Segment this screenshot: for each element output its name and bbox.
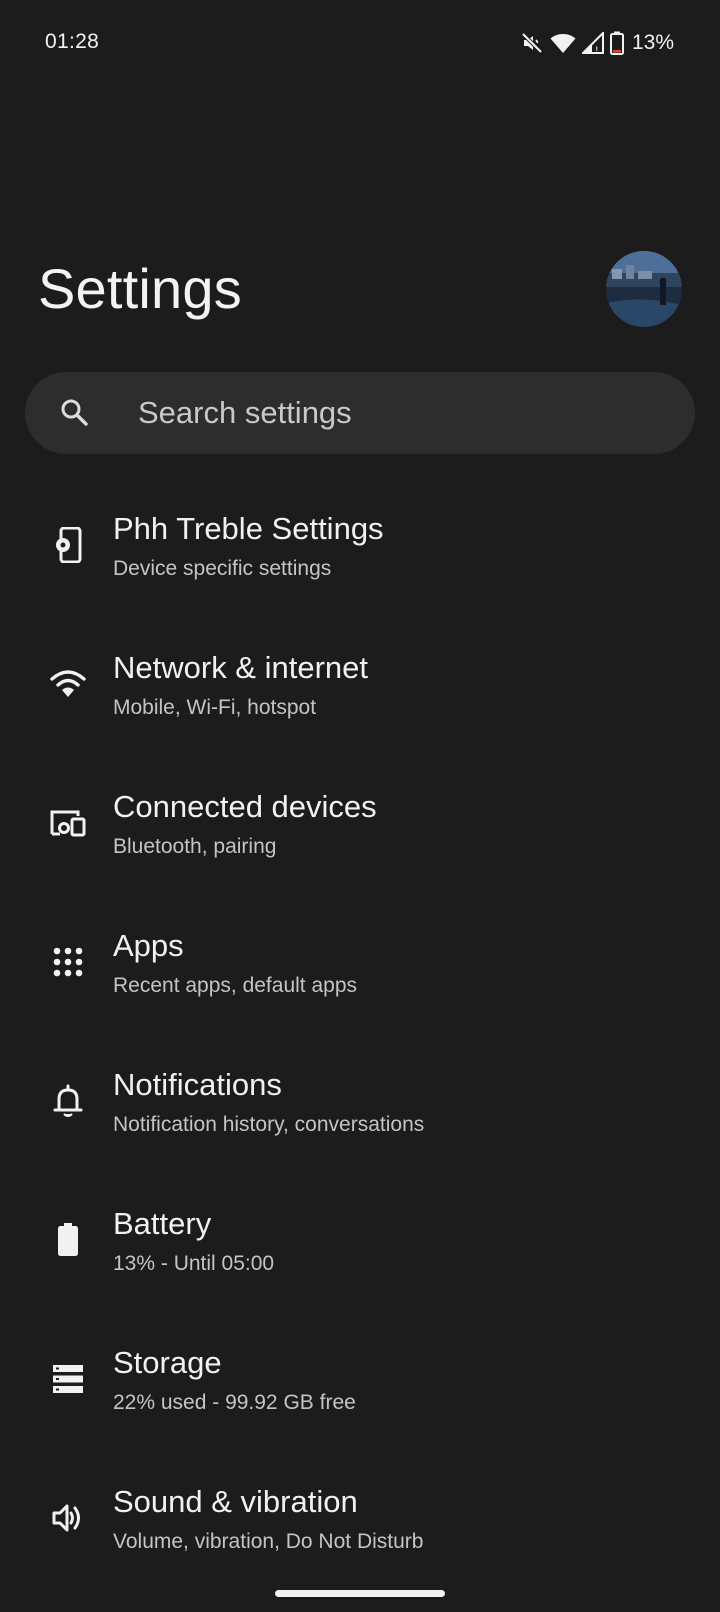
status-icons: ! 13%	[520, 30, 674, 56]
item-title: Network & internet	[113, 650, 368, 685]
page-title: Settings	[38, 257, 242, 320]
devices-icon	[50, 805, 86, 841]
item-summary: Mobile, Wi-Fi, hotspot	[113, 696, 317, 719]
settings-item-sound[interactable]: Sound & vibration Volume, vibration, Do …	[0, 1466, 720, 1605]
battery-percent: 13%	[631, 31, 674, 54]
settings-item-apps[interactable]: Apps Recent apps, default apps	[0, 910, 720, 1049]
settings-item-phh-treble[interactable]: Phh Treble Settings Device specific sett…	[0, 493, 720, 632]
item-title: Storage	[113, 1345, 222, 1380]
settings-item-battery[interactable]: Battery 13% - Until 05:00	[0, 1188, 720, 1327]
status-time: 01:28	[45, 30, 100, 53]
item-title: Apps	[113, 928, 184, 963]
search-input[interactable]	[138, 372, 658, 454]
item-title: Connected devices	[113, 789, 377, 824]
settings-item-storage[interactable]: Storage 22% used - 99.92 GB free	[0, 1327, 720, 1466]
item-summary: Recent apps, default apps	[113, 974, 358, 997]
item-summary: Volume, vibration, Do Not Disturb	[113, 1530, 424, 1553]
item-title: Phh Treble Settings	[113, 511, 384, 546]
battery-icon	[50, 1222, 86, 1258]
mute-icon	[520, 31, 544, 55]
cell-signal-icon: !	[581, 32, 604, 54]
item-title: Battery	[113, 1206, 212, 1241]
item-title: Sound & vibration	[113, 1484, 358, 1519]
svg-text:!: !	[595, 46, 599, 54]
device-settings-icon	[50, 527, 86, 563]
item-summary: Notification history, conversations	[113, 1113, 425, 1136]
apps-grid-icon	[50, 944, 86, 980]
bell-icon	[50, 1083, 86, 1119]
wifi-icon	[550, 32, 576, 54]
status-bar: 01:28 ! 13%	[0, 0, 720, 86]
storage-icon	[50, 1361, 86, 1397]
avatar-photo-icon	[606, 251, 682, 327]
settings-item-connected-devices[interactable]: Connected devices Bluetooth, pairing	[0, 771, 720, 910]
avatar[interactable]	[606, 251, 682, 327]
settings-list: Phh Treble Settings Device specific sett…	[0, 493, 720, 1605]
gesture-nav-handle[interactable]	[275, 1590, 445, 1597]
item-summary: Device specific settings	[113, 557, 332, 580]
item-summary: Bluetooth, pairing	[113, 835, 277, 858]
search-bar[interactable]	[25, 372, 695, 454]
battery-icon	[609, 31, 624, 55]
wifi-icon	[50, 666, 86, 702]
settings-item-notifications[interactable]: Notifications Notification history, conv…	[0, 1049, 720, 1188]
speaker-icon	[50, 1500, 86, 1536]
item-title: Notifications	[113, 1067, 282, 1102]
search-icon	[59, 397, 89, 432]
item-summary: 13% - Until 05:00	[113, 1252, 275, 1275]
settings-item-network[interactable]: Network & internet Mobile, Wi-Fi, hotspo…	[0, 632, 720, 771]
item-summary: 22% used - 99.92 GB free	[113, 1391, 356, 1414]
